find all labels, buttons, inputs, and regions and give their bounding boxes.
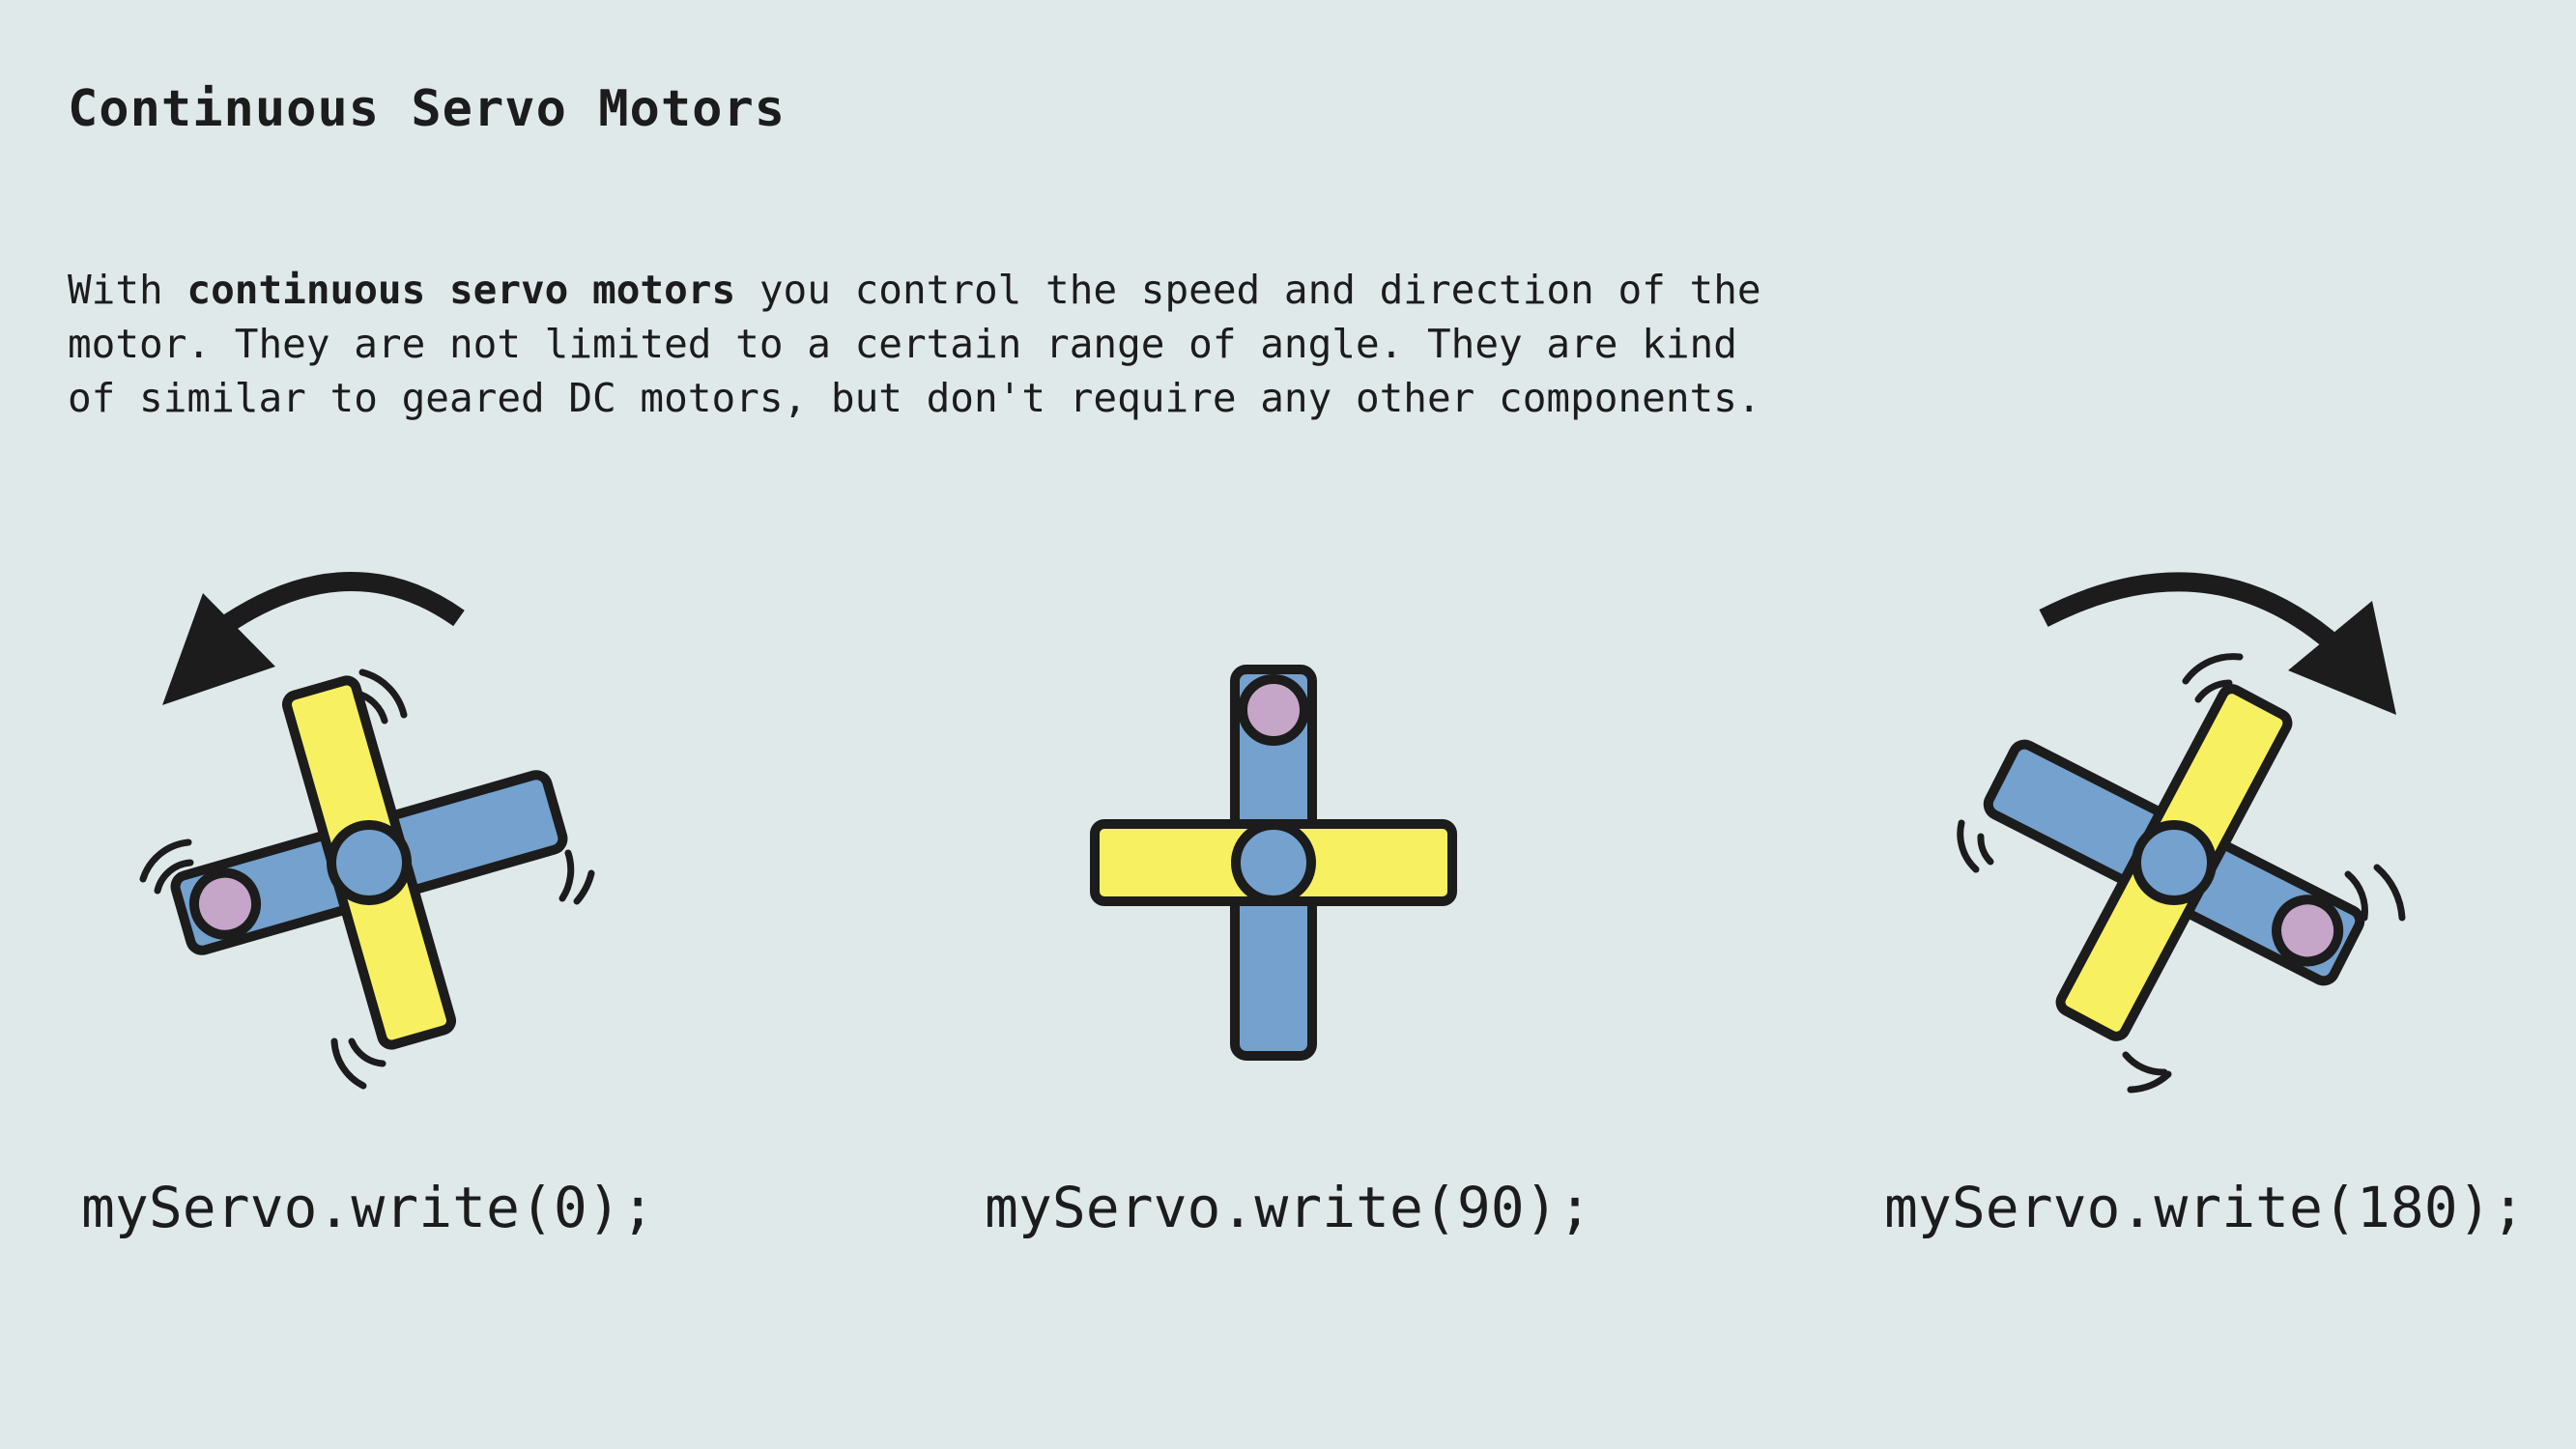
code-label-write-90: myServo.write(90); <box>985 1175 1592 1240</box>
horn-hub <box>327 820 412 905</box>
code-label-write-0: myServo.write(0); <box>81 1175 655 1240</box>
servo-horn-cross-icon <box>170 675 568 1050</box>
horn-hub <box>2132 820 2217 905</box>
servo-horn-cross-icon <box>1983 684 2365 1041</box>
servo-horn-cross-icon <box>1090 665 1457 1061</box>
horn-hub <box>1231 820 1316 905</box>
code-label-write-180: myServo.write(180); <box>1884 1175 2526 1240</box>
